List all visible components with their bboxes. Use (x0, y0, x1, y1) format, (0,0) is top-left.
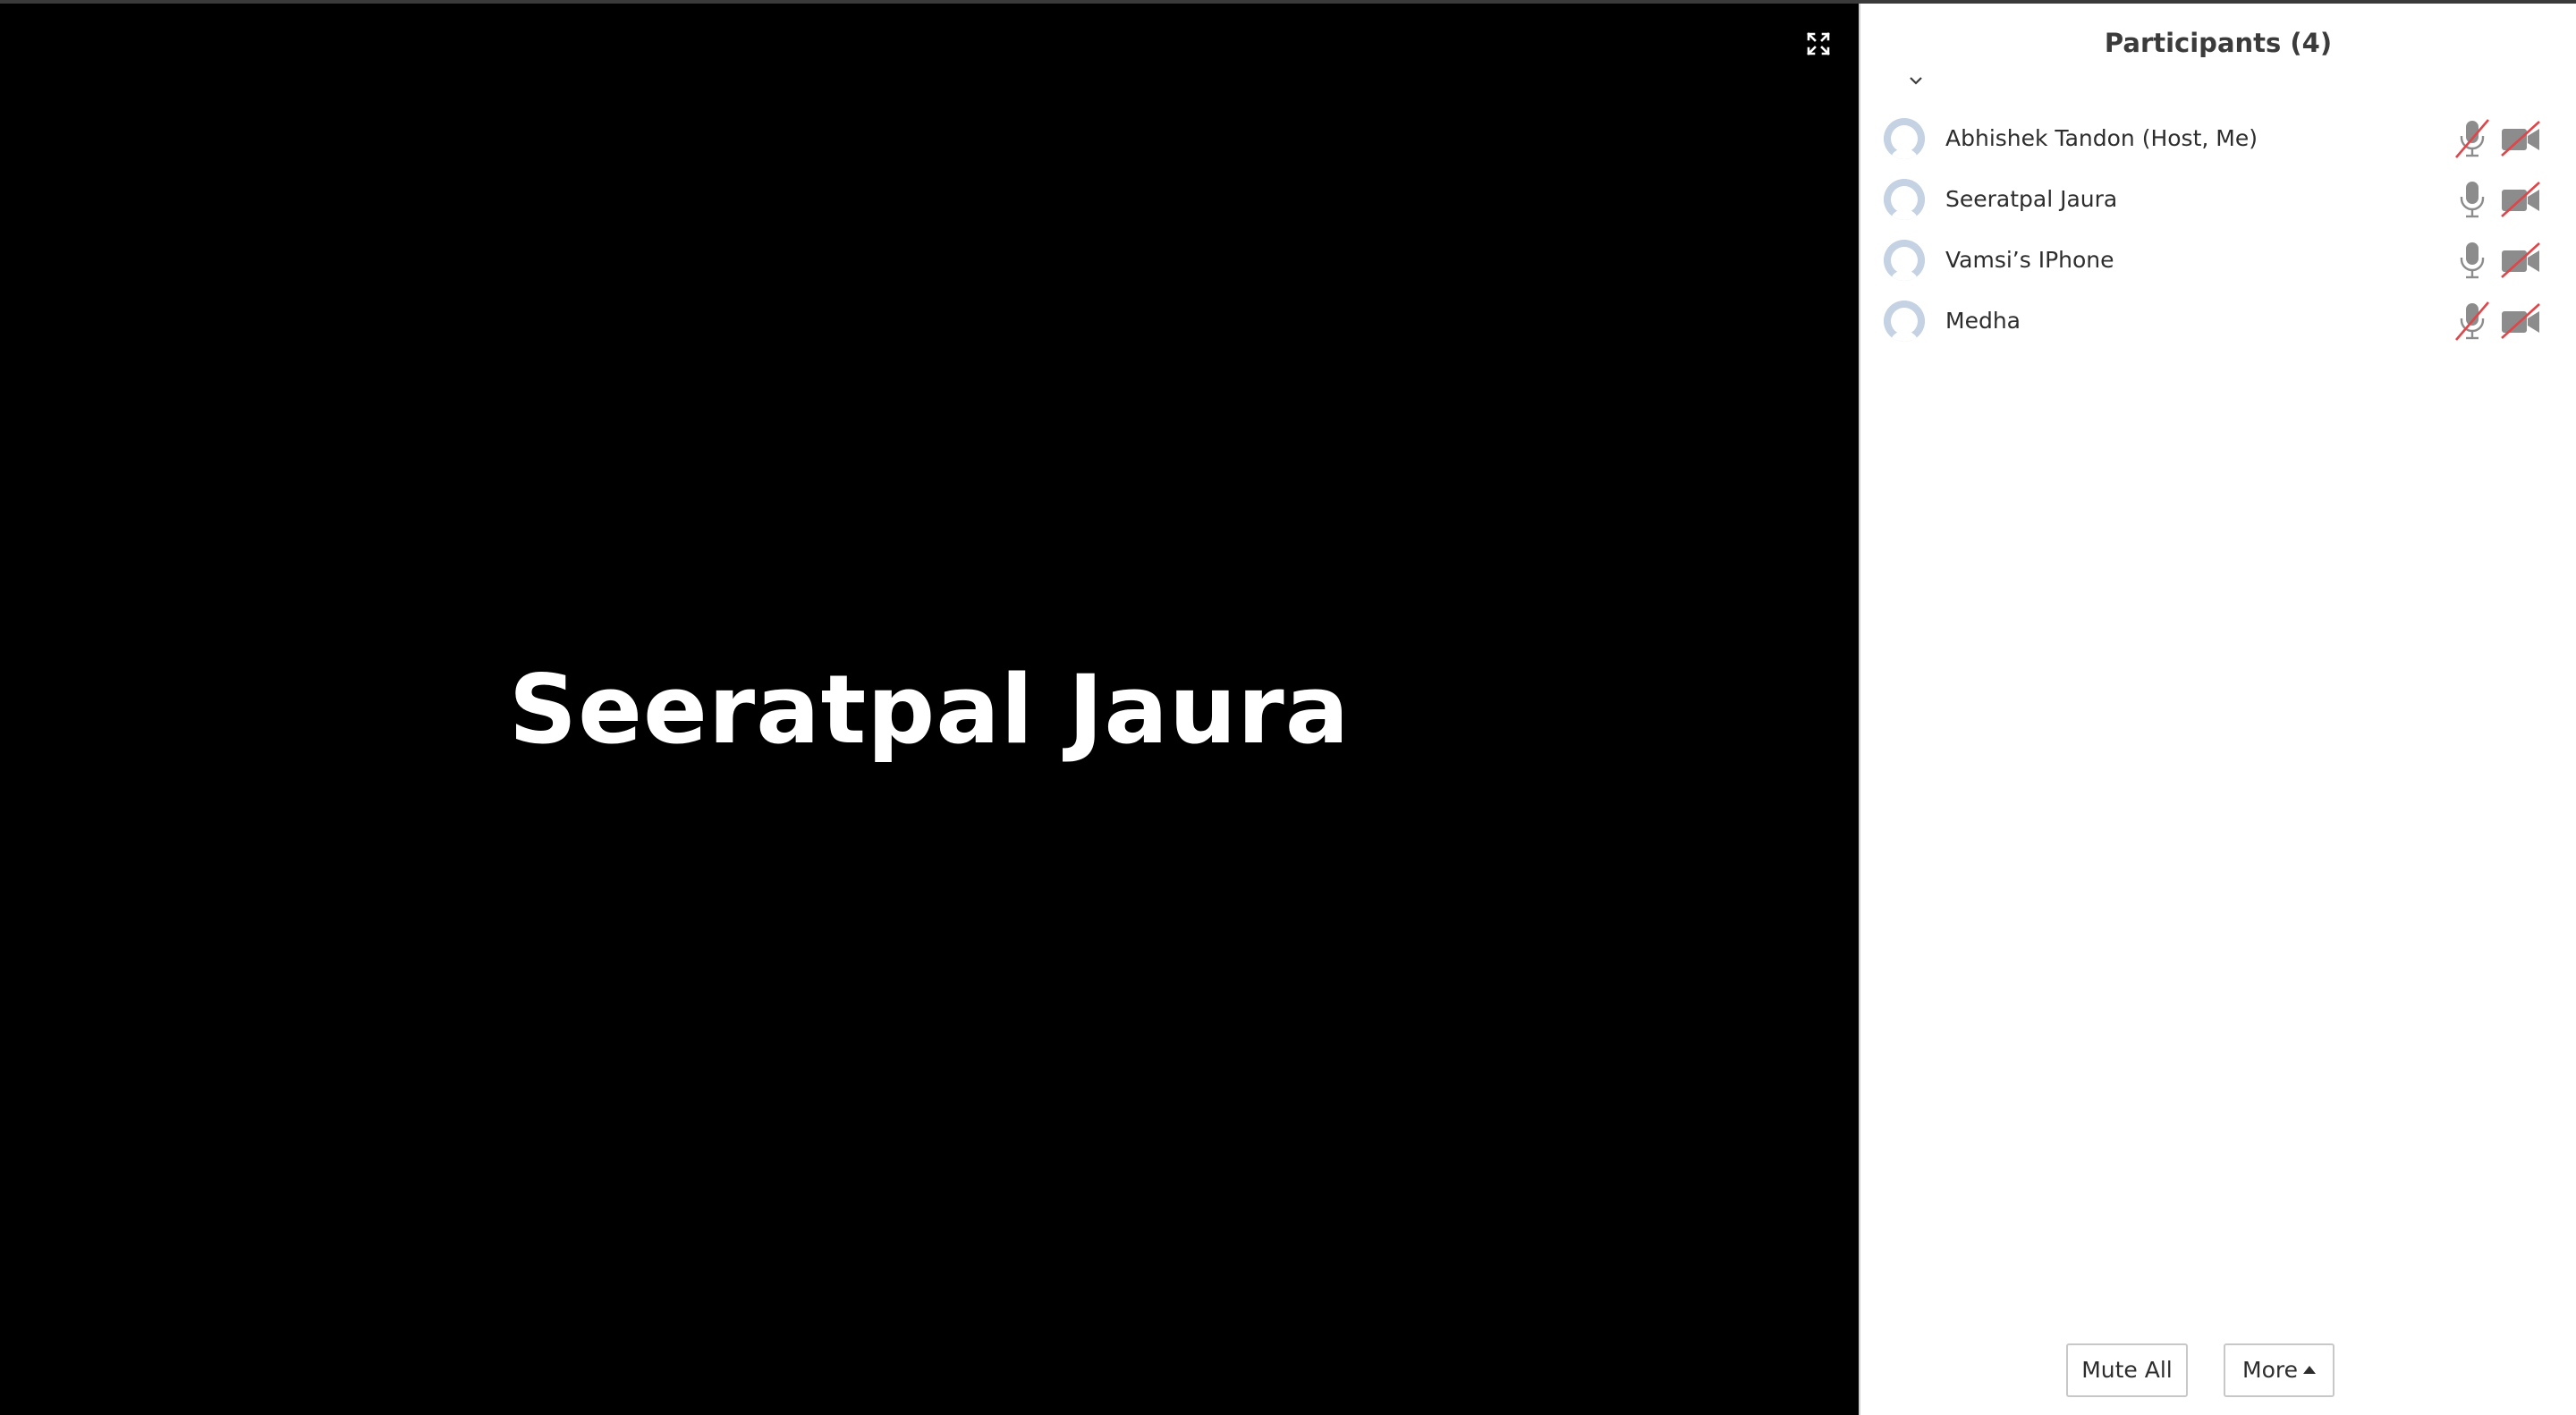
avatar-icon (1884, 240, 1925, 281)
participant-row[interactable]: Abhishek Tandon (Host, Me) (1860, 107, 2576, 168)
meeting-window: Seeratpal Jaura Participants (4) Abhishe… (0, 0, 2576, 1415)
participant-row[interactable]: Vamsi’s IPhone (1860, 229, 2576, 290)
participant-name: Vamsi’s IPhone (1945, 247, 2114, 273)
avatar-icon (1884, 301, 1925, 342)
avatar-icon (1884, 118, 1925, 159)
participant-name: Seeratpal Jaura (1945, 186, 2118, 212)
microphone-muted-icon[interactable] (2453, 118, 2492, 159)
mute-all-button[interactable]: Mute All (2066, 1343, 2188, 1397)
active-speaker-view: Seeratpal Jaura (0, 4, 1859, 1415)
microphone-muted-icon[interactable] (2453, 301, 2492, 342)
avatar-icon (1884, 179, 1925, 220)
panel-title: Participants (4) (2104, 28, 2333, 58)
chevron-down-icon[interactable] (1905, 73, 1927, 88)
video-off-icon[interactable] (2499, 241, 2542, 279)
participant-list: Abhishek Tandon (Host, Me) Seeratpal Jaur… (1860, 107, 2576, 351)
participant-row[interactable]: Seeratpal Jaura (1860, 168, 2576, 229)
participant-name: Abhishek Tandon (Host, Me) (1945, 125, 2258, 151)
participants-panel: Participants (4) Abhishek Tandon (Host, … (1859, 4, 2576, 1415)
more-label: More (2242, 1357, 2298, 1383)
video-off-icon[interactable] (2499, 120, 2542, 157)
participant-row[interactable]: Medha (1860, 290, 2576, 351)
active-speaker-name: Seeratpal Jaura (508, 655, 1351, 765)
mute-all-label: Mute All (2081, 1357, 2173, 1383)
video-off-icon[interactable] (2499, 181, 2542, 218)
microphone-icon[interactable] (2453, 179, 2492, 220)
video-off-icon[interactable] (2499, 302, 2542, 340)
participant-name: Medha (1945, 308, 2021, 334)
caret-up-icon (2302, 1365, 2316, 1374)
more-button[interactable]: More (2224, 1343, 2334, 1397)
fullscreen-icon[interactable] (1805, 30, 1832, 57)
microphone-icon[interactable] (2453, 240, 2492, 281)
